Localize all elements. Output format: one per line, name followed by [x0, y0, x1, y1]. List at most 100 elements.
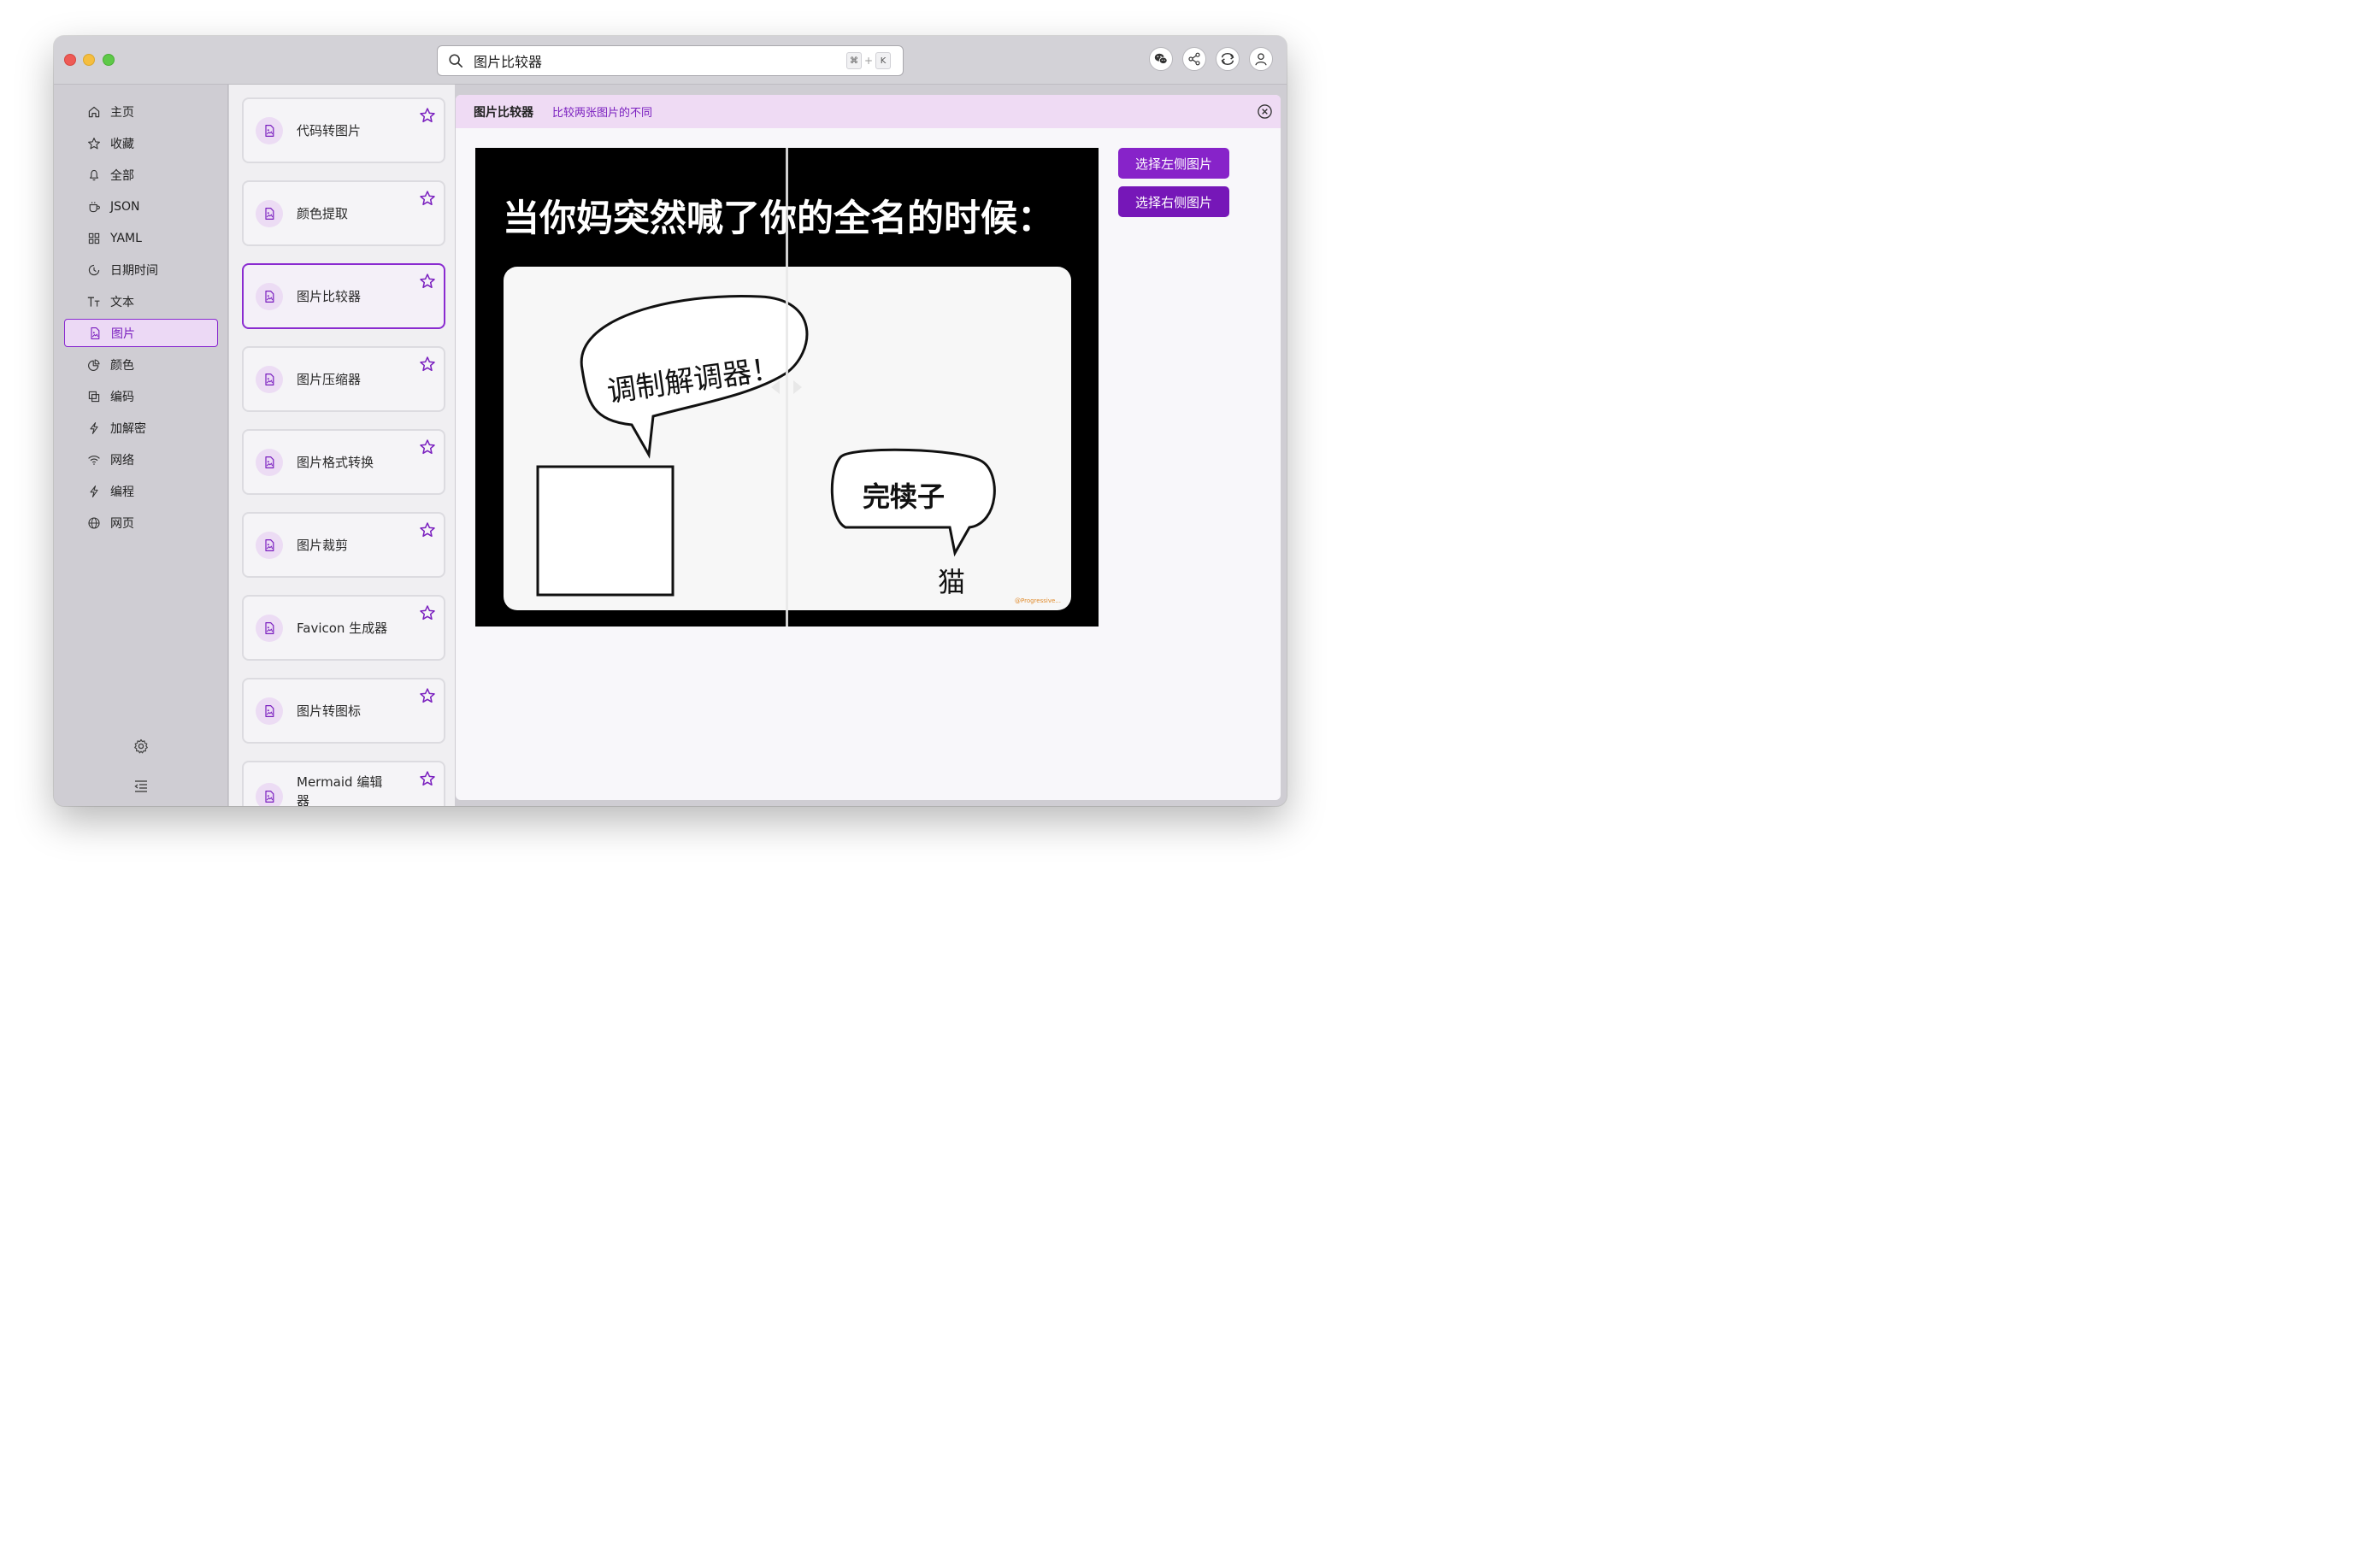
sidebar-item-label: 颜色 — [110, 358, 134, 373]
image-file-icon — [256, 199, 283, 227]
bubble2-text: 完犊子 — [863, 480, 945, 513]
select-right-image-button[interactable]: 选择右侧图片 — [1118, 186, 1229, 217]
image-file-icon — [87, 326, 103, 341]
grid-icon — [86, 231, 102, 246]
star-icon[interactable] — [419, 521, 436, 538]
sidebar-item-datetime[interactable]: 日期时间 — [64, 256, 218, 284]
search-input[interactable]: 图片比较器 ⌘ + K — [437, 45, 904, 76]
sidebar-item-home[interactable]: 主页 — [64, 97, 218, 126]
sync-icon — [1221, 52, 1234, 66]
wechat-button[interactable] — [1149, 47, 1173, 71]
sidebar-item-label: YAML — [110, 231, 142, 245]
sidebar-item-color[interactable]: 颜色 — [64, 350, 218, 379]
sidebar-item-web[interactable]: 网页 — [64, 509, 218, 537]
sidebar-item-label: 日期时间 — [110, 263, 158, 278]
title-bar: 图片比较器 ⌘ + K — [54, 36, 1287, 85]
topbar-actions — [1149, 47, 1273, 71]
tool-name: Favicon 生成器 — [297, 621, 388, 636]
meme-caption: 猫 — [938, 566, 965, 598]
sidebar-item-yaml[interactable]: YAML — [64, 224, 218, 252]
sidebar: 主页 收藏 全部 JSON YAML 日期时间 文本 图片 颜色 编码 加解密 … — [54, 85, 228, 806]
bolt-icon — [86, 421, 102, 436]
meme-watermark: @Progressive... — [1015, 597, 1061, 604]
minimize-window-button[interactable] — [83, 54, 95, 66]
image-file-icon — [256, 531, 283, 559]
maximize-window-button[interactable] — [103, 54, 115, 66]
meme-headline: 当你妈突然喊了你的全名的时候： — [503, 197, 1054, 240]
share-button[interactable] — [1182, 47, 1206, 71]
shortcut-hint: ⌘ + K — [845, 52, 891, 69]
image-file-icon — [256, 783, 283, 806]
globe-icon — [86, 515, 102, 531]
app-window: 图片比较器 ⌘ + K 主页 收藏 全部 JSON YAML 日期时间 文本 图… — [54, 36, 1287, 806]
tool-card[interactable]: 代码转图片 — [242, 97, 445, 163]
search-icon — [449, 54, 463, 68]
home-icon — [86, 104, 102, 120]
sidebar-item-json[interactable]: JSON — [64, 192, 218, 221]
star-icon[interactable] — [419, 273, 436, 290]
sync-button[interactable] — [1216, 47, 1240, 71]
bolt-icon — [86, 484, 102, 499]
share-icon — [1188, 52, 1200, 66]
sidebar-item-label: 加解密 — [110, 421, 146, 436]
sidebar-item-label: 文本 — [110, 295, 134, 309]
star-icon[interactable] — [419, 356, 436, 373]
pie-icon — [86, 357, 102, 373]
sidebar-item-text[interactable]: 文本 — [64, 287, 218, 315]
wechat-icon — [1154, 53, 1168, 65]
sidebar-item-label: 网页 — [110, 516, 134, 531]
copy-icon — [86, 389, 102, 404]
star-icon — [86, 136, 102, 151]
select-left-image-button[interactable]: 选择左侧图片 — [1118, 148, 1229, 179]
tool-card[interactable]: 图片裁剪 — [242, 512, 445, 578]
sidebar-item-label: 图片 — [111, 327, 135, 341]
settings-icon[interactable] — [133, 738, 150, 755]
sidebar-item-favorites[interactable]: 收藏 — [64, 129, 218, 157]
sidebar-item-image[interactable]: 图片 — [64, 319, 218, 347]
plus-sign: + — [863, 55, 873, 67]
sidebar-item-crypto[interactable]: 加解密 — [64, 414, 218, 442]
tool-card[interactable]: 图片格式转换 — [242, 429, 445, 495]
sidebar-item-all[interactable]: 全部 — [64, 161, 218, 189]
user-button[interactable] — [1249, 47, 1273, 71]
star-icon[interactable] — [419, 604, 436, 621]
page-subtitle: 比较两张图片的不同 — [552, 107, 653, 120]
tool-card-active[interactable]: 图片比较器 — [242, 263, 445, 329]
star-icon[interactable] — [419, 190, 436, 207]
tool-card[interactable]: 图片压缩器 — [242, 346, 445, 412]
image-file-icon — [256, 697, 283, 725]
tool-card[interactable]: 颜色提取 — [242, 180, 445, 246]
sidebar-item-label: JSON — [110, 199, 140, 214]
sidebar-item-label: 收藏 — [110, 137, 134, 151]
meme-square — [536, 465, 675, 597]
star-icon[interactable] — [419, 107, 436, 124]
sidebar-item-label: 全部 — [110, 168, 134, 183]
sidebar-item-label: 主页 — [110, 105, 134, 120]
tool-name: 图片压缩器 — [297, 372, 362, 387]
cmd-key: ⌘ — [845, 52, 862, 69]
image-file-icon — [256, 116, 283, 144]
tool-card[interactable]: Mermaid 编辑器 — [242, 761, 445, 806]
image-compare-area[interactable]: 当你妈突然喊了你的全名的时候： 调制解调器！ 完犊子 猫 @Progressiv… — [475, 148, 1099, 627]
sidebar-item-network[interactable]: 网络 — [64, 445, 218, 474]
close-icon[interactable] — [1257, 103, 1273, 120]
compare-slider-handle[interactable] — [764, 377, 809, 397]
star-icon[interactable] — [419, 687, 436, 704]
star-icon[interactable] — [419, 438, 436, 456]
tool-name: 颜色提取 — [297, 206, 349, 221]
tool-card[interactable]: Favicon 生成器 — [242, 595, 445, 661]
collapse-icon[interactable] — [133, 778, 150, 795]
tool-card[interactable]: 图片转图标 — [242, 678, 445, 744]
star-icon[interactable] — [419, 770, 436, 787]
search-value: 图片比较器 — [474, 54, 543, 70]
image-file-icon — [256, 614, 283, 642]
tool-name: 代码转图片 — [297, 123, 362, 138]
tool-name: Mermaid 编辑器 — [297, 774, 383, 806]
close-window-button[interactable] — [64, 54, 76, 66]
page-title: 图片比较器 — [474, 105, 533, 120]
tool-name: 图片格式转换 — [297, 455, 374, 470]
sidebar-item-programming[interactable]: 编程 — [64, 477, 218, 505]
text-icon — [86, 294, 102, 309]
tool-name: 图片转图标 — [297, 703, 362, 719]
sidebar-item-encoding[interactable]: 编码 — [64, 382, 218, 410]
